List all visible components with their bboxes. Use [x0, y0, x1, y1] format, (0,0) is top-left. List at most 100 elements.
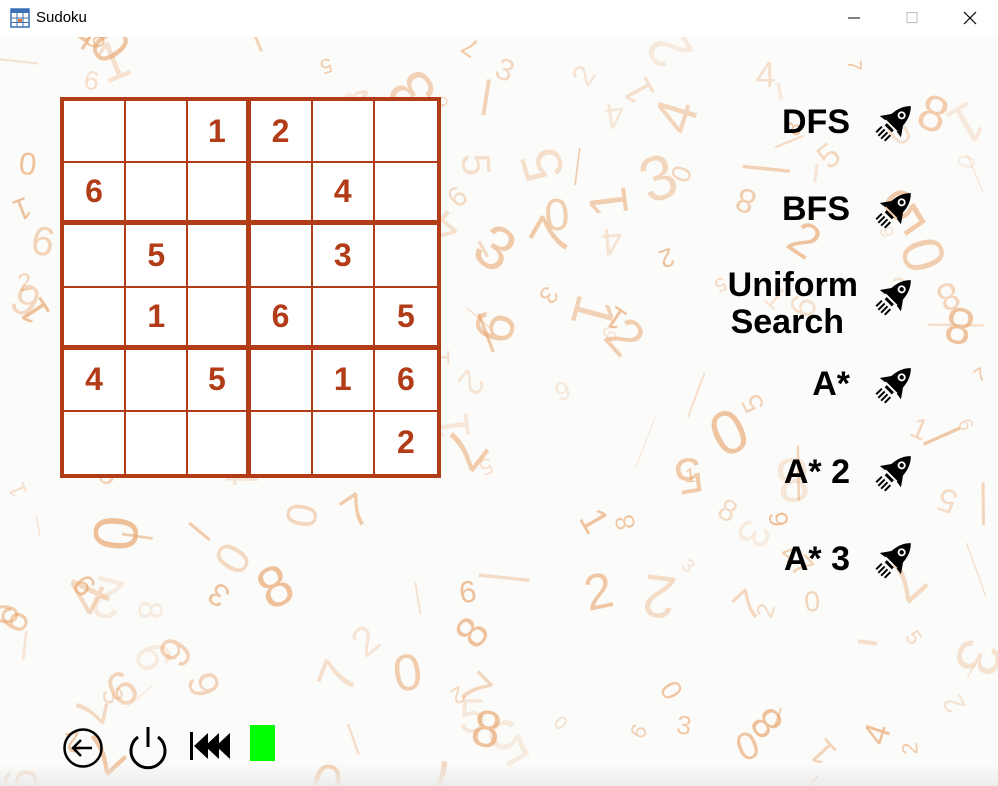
minimize-icon — [848, 17, 860, 19]
svg-text:6: 6 — [123, 636, 183, 678]
svg-text:4: 4 — [602, 94, 628, 137]
sudoku-cell[interactable]: 1 — [188, 101, 251, 164]
svg-text:3: 3 — [201, 575, 236, 615]
svg-text:1: 1 — [8, 190, 36, 228]
sudoku-cell[interactable]: 4 — [64, 349, 127, 412]
rocket-icon — [872, 447, 920, 495]
svg-text:5: 5 — [507, 141, 576, 190]
svg-text:7: 7 — [457, 37, 485, 62]
sudoku-cell[interactable] — [250, 163, 313, 226]
rocket-icon — [872, 359, 920, 407]
svg-text:2: 2 — [639, 561, 680, 632]
sudoku-cell[interactable]: 6 — [64, 163, 127, 226]
svg-text:1: 1 — [3, 478, 33, 501]
main-content: 5719523226818399760130498646783710635550… — [0, 37, 998, 786]
svg-text:5: 5 — [317, 53, 334, 78]
svg-text:4: 4 — [855, 718, 899, 749]
sudoku-cell[interactable] — [126, 163, 189, 226]
sudoku-cell[interactable] — [188, 163, 251, 226]
sudoku-cell[interactable]: 6 — [250, 287, 313, 350]
sudoku-cell[interactable]: 5 — [374, 288, 437, 350]
title-bar: Sudoku — [0, 0, 998, 37]
svg-text:2: 2 — [450, 362, 493, 402]
svg-text:2: 2 — [937, 689, 973, 718]
uniform-search-label-line1: Uniform — [727, 266, 858, 304]
svg-text:9: 9 — [922, 37, 962, 42]
sudoku-cell[interactable] — [188, 411, 251, 474]
svg-text:2: 2 — [655, 242, 678, 273]
svg-text:0: 0 — [275, 499, 326, 531]
sudoku-cell[interactable]: 3 — [312, 225, 375, 288]
a-star-3-label: A* 3 — [783, 540, 850, 578]
a-star-label: A* — [812, 365, 850, 403]
dfs-button[interactable]: DFS — [700, 92, 920, 152]
sudoku-cell[interactable] — [64, 225, 127, 288]
svg-text:7: 7 — [970, 364, 990, 387]
sudoku-cell[interactable] — [312, 287, 375, 350]
svg-text:7: 7 — [332, 484, 380, 538]
sudoku-cell[interactable] — [251, 411, 313, 474]
sudoku-cell[interactable] — [250, 349, 313, 412]
maximize-button[interactable] — [883, 0, 941, 37]
sudoku-cell[interactable]: 5 — [188, 349, 251, 412]
sudoku-cell[interactable] — [126, 349, 189, 412]
sudoku-cell[interactable] — [374, 163, 437, 226]
svg-text:8: 8 — [445, 608, 499, 657]
svg-text:1: 1 — [570, 501, 617, 540]
sudoku-cell[interactable] — [126, 101, 189, 164]
sudoku-cell[interactable] — [64, 287, 127, 350]
svg-text:2: 2 — [565, 59, 603, 92]
svg-text:5: 5 — [900, 626, 926, 649]
svg-text:0: 0 — [551, 711, 573, 734]
uniform-search-button[interactable]: Uniform Search — [700, 265, 920, 345]
sudoku-board: 12645316545162 — [60, 97, 441, 478]
back-arrow-icon[interactable] — [62, 727, 104, 769]
power-icon[interactable] — [126, 723, 170, 771]
dfs-label: DFS — [782, 103, 850, 141]
status-indicator — [250, 725, 275, 761]
svg-text:0: 0 — [803, 586, 822, 619]
a-star-2-button[interactable]: A* 2 — [700, 442, 920, 502]
svg-text:3: 3 — [941, 631, 998, 684]
svg-text:7: 7 — [306, 653, 371, 701]
sudoku-cell[interactable] — [312, 101, 375, 164]
sudoku-cell[interactable] — [374, 225, 437, 288]
a-star-3-button[interactable]: A* 3 — [700, 529, 920, 589]
rewind-icon[interactable] — [188, 729, 234, 763]
svg-text:0: 0 — [17, 145, 38, 182]
sudoku-cell[interactable] — [188, 287, 251, 350]
uniform-search-label-line2: Search — [730, 303, 844, 341]
minimize-button[interactable] — [825, 0, 883, 37]
sudoku-cell[interactable] — [64, 411, 127, 474]
sudoku-cell[interactable] — [313, 411, 375, 474]
svg-text:9: 9 — [550, 374, 575, 407]
sudoku-cell[interactable]: 1 — [126, 287, 189, 350]
svg-text:7: 7 — [843, 60, 865, 72]
sudoku-cell[interactable]: 2 — [250, 101, 313, 164]
maximize-icon — [906, 12, 918, 23]
bfs-button[interactable]: BFS — [700, 179, 920, 239]
sudoku-cell[interactable]: 2 — [375, 412, 437, 474]
sudoku-cell[interactable]: 6 — [374, 350, 437, 412]
sudoku-cell[interactable] — [64, 101, 127, 164]
svg-text:9: 9 — [28, 216, 58, 265]
sudoku-cell[interactable]: 4 — [312, 163, 375, 226]
svg-text:3: 3 — [675, 709, 694, 741]
svg-text:3: 3 — [490, 50, 519, 89]
svg-text:5: 5 — [459, 689, 487, 743]
svg-text:4: 4 — [756, 54, 776, 95]
sudoku-cell[interactable] — [188, 225, 251, 288]
svg-text:8: 8 — [130, 600, 169, 621]
rocket-icon — [872, 271, 920, 319]
close-button[interactable] — [941, 0, 998, 37]
sudoku-cell[interactable] — [126, 411, 189, 474]
rocket-icon — [872, 534, 920, 582]
a-star-button[interactable]: A* — [700, 354, 920, 414]
svg-text:0: 0 — [0, 602, 26, 627]
sudoku-cell[interactable]: 5 — [126, 225, 189, 288]
sudoku-cell[interactable] — [250, 225, 313, 288]
sudoku-cell[interactable] — [374, 101, 437, 164]
svg-text:2: 2 — [634, 37, 707, 79]
sudoku-cell[interactable]: 1 — [312, 349, 375, 412]
window-title: Sudoku — [36, 9, 87, 26]
